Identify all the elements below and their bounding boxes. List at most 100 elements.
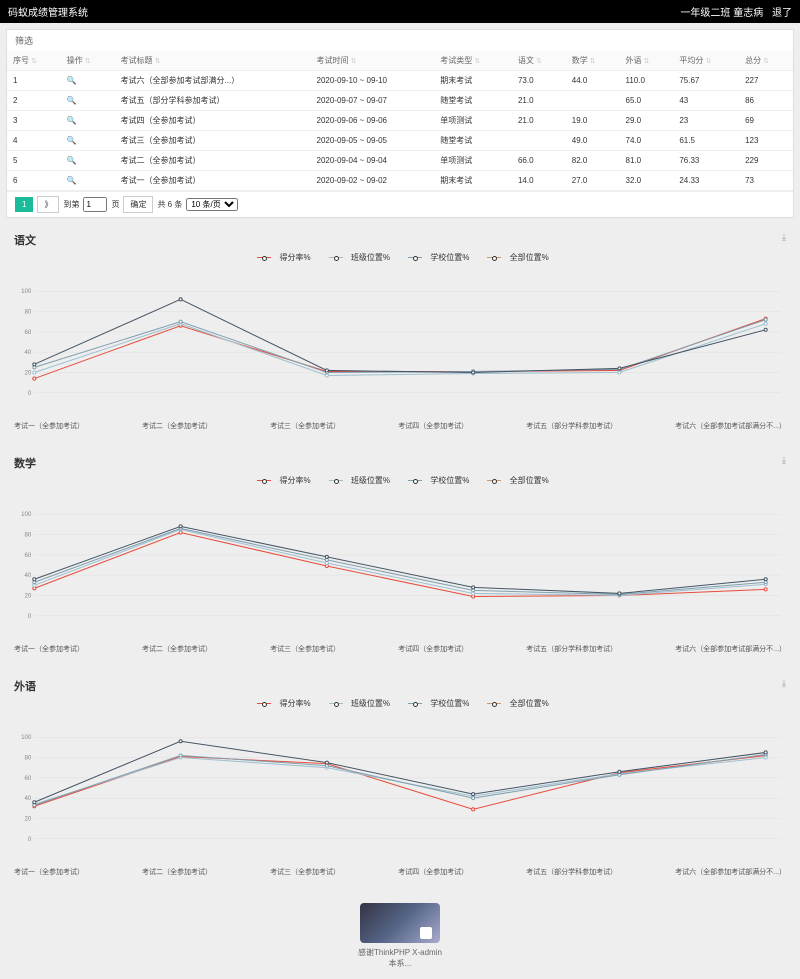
data-point[interactable]: [472, 793, 475, 796]
data-point[interactable]: [764, 578, 767, 581]
column-header[interactable]: 数学⇅: [566, 51, 620, 71]
column-header[interactable]: 平均分⇅: [673, 51, 739, 71]
data-point[interactable]: [618, 367, 621, 370]
data-point[interactable]: [764, 318, 767, 321]
svg-text:0: 0: [28, 613, 32, 620]
data-point[interactable]: [618, 592, 621, 595]
svg-text:20: 20: [25, 593, 32, 600]
cell: 单项测试: [434, 151, 512, 171]
per-page-select[interactable]: 10 条/页: [186, 198, 238, 211]
column-header[interactable]: 外语⇅: [620, 51, 674, 71]
legend-item[interactable]: 得分率%: [251, 699, 310, 708]
footer-image: [360, 903, 440, 943]
svg-text:0: 0: [28, 390, 32, 397]
page-go-button[interactable]: 确定: [123, 196, 153, 213]
legend-item[interactable]: 全部位置%: [481, 699, 548, 708]
column-header[interactable]: 总分⇅: [739, 51, 793, 71]
pager: 1 》 到第 页 确定 共 6 条 10 条/页: [7, 191, 793, 217]
data-point[interactable]: [33, 578, 36, 581]
legend-item[interactable]: 班级位置%: [323, 699, 390, 708]
data-point[interactable]: [764, 328, 767, 331]
data-point[interactable]: [179, 525, 182, 528]
cell: 21.0: [512, 111, 566, 131]
svg-text:40: 40: [25, 572, 32, 579]
footer-line2: 本系...: [10, 958, 790, 969]
data-point[interactable]: [33, 801, 36, 804]
data-point[interactable]: [325, 761, 328, 764]
column-header[interactable]: 考试时间⇅: [311, 51, 435, 71]
legend-item[interactable]: 学校位置%: [402, 476, 469, 485]
cell: 1: [7, 71, 61, 91]
legend: 得分率% 班级位置% 学校位置% 全部位置%: [14, 698, 786, 709]
class-info-link[interactable]: 一年级二班 童志病: [680, 8, 763, 19]
view-icon[interactable]: 🔍: [61, 91, 115, 111]
cell: 考试三（全参加考试）: [115, 131, 311, 151]
svg-text:20: 20: [25, 370, 32, 377]
cell: 2020-09-10 ~ 09-10: [311, 71, 435, 91]
series-line: [34, 319, 765, 379]
cell: 2020-09-06 ~ 09-06: [311, 111, 435, 131]
download-icon[interactable]: ⤓: [782, 678, 786, 689]
data-point[interactable]: [472, 808, 475, 811]
filter-button[interactable]: 筛选: [7, 30, 793, 51]
data-point[interactable]: [179, 740, 182, 743]
cell: 2020-09-04 ~ 09-04: [311, 151, 435, 171]
data-point[interactable]: [472, 371, 475, 374]
column-header[interactable]: 操作⇅: [61, 51, 115, 71]
chart-svg: 020406080100: [14, 490, 786, 640]
table-row: 5🔍考试二（全参加考试）2020-09-04 ~ 09-04单项测试66.082…: [7, 151, 793, 171]
series-line: [34, 754, 765, 805]
footer-line1: 感谢ThinkPHP X-admin: [10, 947, 790, 958]
data-point[interactable]: [764, 588, 767, 591]
data-point[interactable]: [179, 298, 182, 301]
view-icon[interactable]: 🔍: [61, 151, 115, 171]
x-label: 考试六（全部参加考试部满分不...）: [675, 421, 786, 431]
data-point[interactable]: [764, 751, 767, 754]
page-1-button[interactable]: 1: [15, 197, 33, 212]
view-icon[interactable]: 🔍: [61, 111, 115, 131]
legend-item[interactable]: 得分率%: [251, 476, 310, 485]
column-header[interactable]: 语文⇅: [512, 51, 566, 71]
x-label: 考试六（全部参加考试部满分不...）: [675, 867, 786, 877]
legend-item[interactable]: 班级位置%: [323, 253, 390, 262]
view-icon[interactable]: 🔍: [61, 131, 115, 151]
column-header[interactable]: 考试标题⇅: [115, 51, 311, 71]
x-label: 考试四（全参加考试）: [398, 867, 468, 877]
legend-item[interactable]: 全部位置%: [481, 253, 548, 262]
data-point[interactable]: [325, 369, 328, 372]
data-point[interactable]: [618, 770, 621, 773]
data-point[interactable]: [33, 363, 36, 366]
data-point[interactable]: [179, 320, 182, 323]
page-next-button[interactable]: 》: [37, 196, 59, 213]
data-point[interactable]: [33, 377, 36, 380]
page-input[interactable]: [83, 197, 107, 212]
legend-item[interactable]: 得分率%: [251, 253, 310, 262]
download-icon[interactable]: ⤓: [782, 232, 786, 243]
legend-item[interactable]: 班级位置%: [323, 476, 390, 485]
svg-text:20: 20: [25, 816, 32, 823]
logout-link[interactable]: 退了: [772, 8, 792, 19]
data-point[interactable]: [764, 322, 767, 325]
view-icon[interactable]: 🔍: [61, 171, 115, 191]
column-header[interactable]: 序号⇅: [7, 51, 61, 71]
chart-title: 外语: [14, 678, 786, 694]
x-label: 考试三（全参加考试）: [270, 644, 340, 654]
cell: 65.0: [620, 91, 674, 111]
series-line: [34, 320, 765, 373]
cell: 69: [739, 111, 793, 131]
svg-text:100: 100: [21, 511, 32, 518]
data-point[interactable]: [33, 371, 36, 374]
data-point[interactable]: [179, 754, 182, 757]
download-icon[interactable]: ⤓: [782, 455, 786, 466]
data-point[interactable]: [325, 555, 328, 558]
legend-item[interactable]: 全部位置%: [481, 476, 548, 485]
column-header[interactable]: 考试类型⇅: [434, 51, 512, 71]
cell: 19.0: [566, 111, 620, 131]
legend-item[interactable]: 学校位置%: [402, 253, 469, 262]
data-point[interactable]: [472, 797, 475, 800]
cell: 23: [673, 111, 739, 131]
x-label: 考试五（部分学科参加考试）: [526, 867, 617, 877]
data-point[interactable]: [472, 586, 475, 589]
legend-item[interactable]: 学校位置%: [402, 699, 469, 708]
view-icon[interactable]: 🔍: [61, 71, 115, 91]
